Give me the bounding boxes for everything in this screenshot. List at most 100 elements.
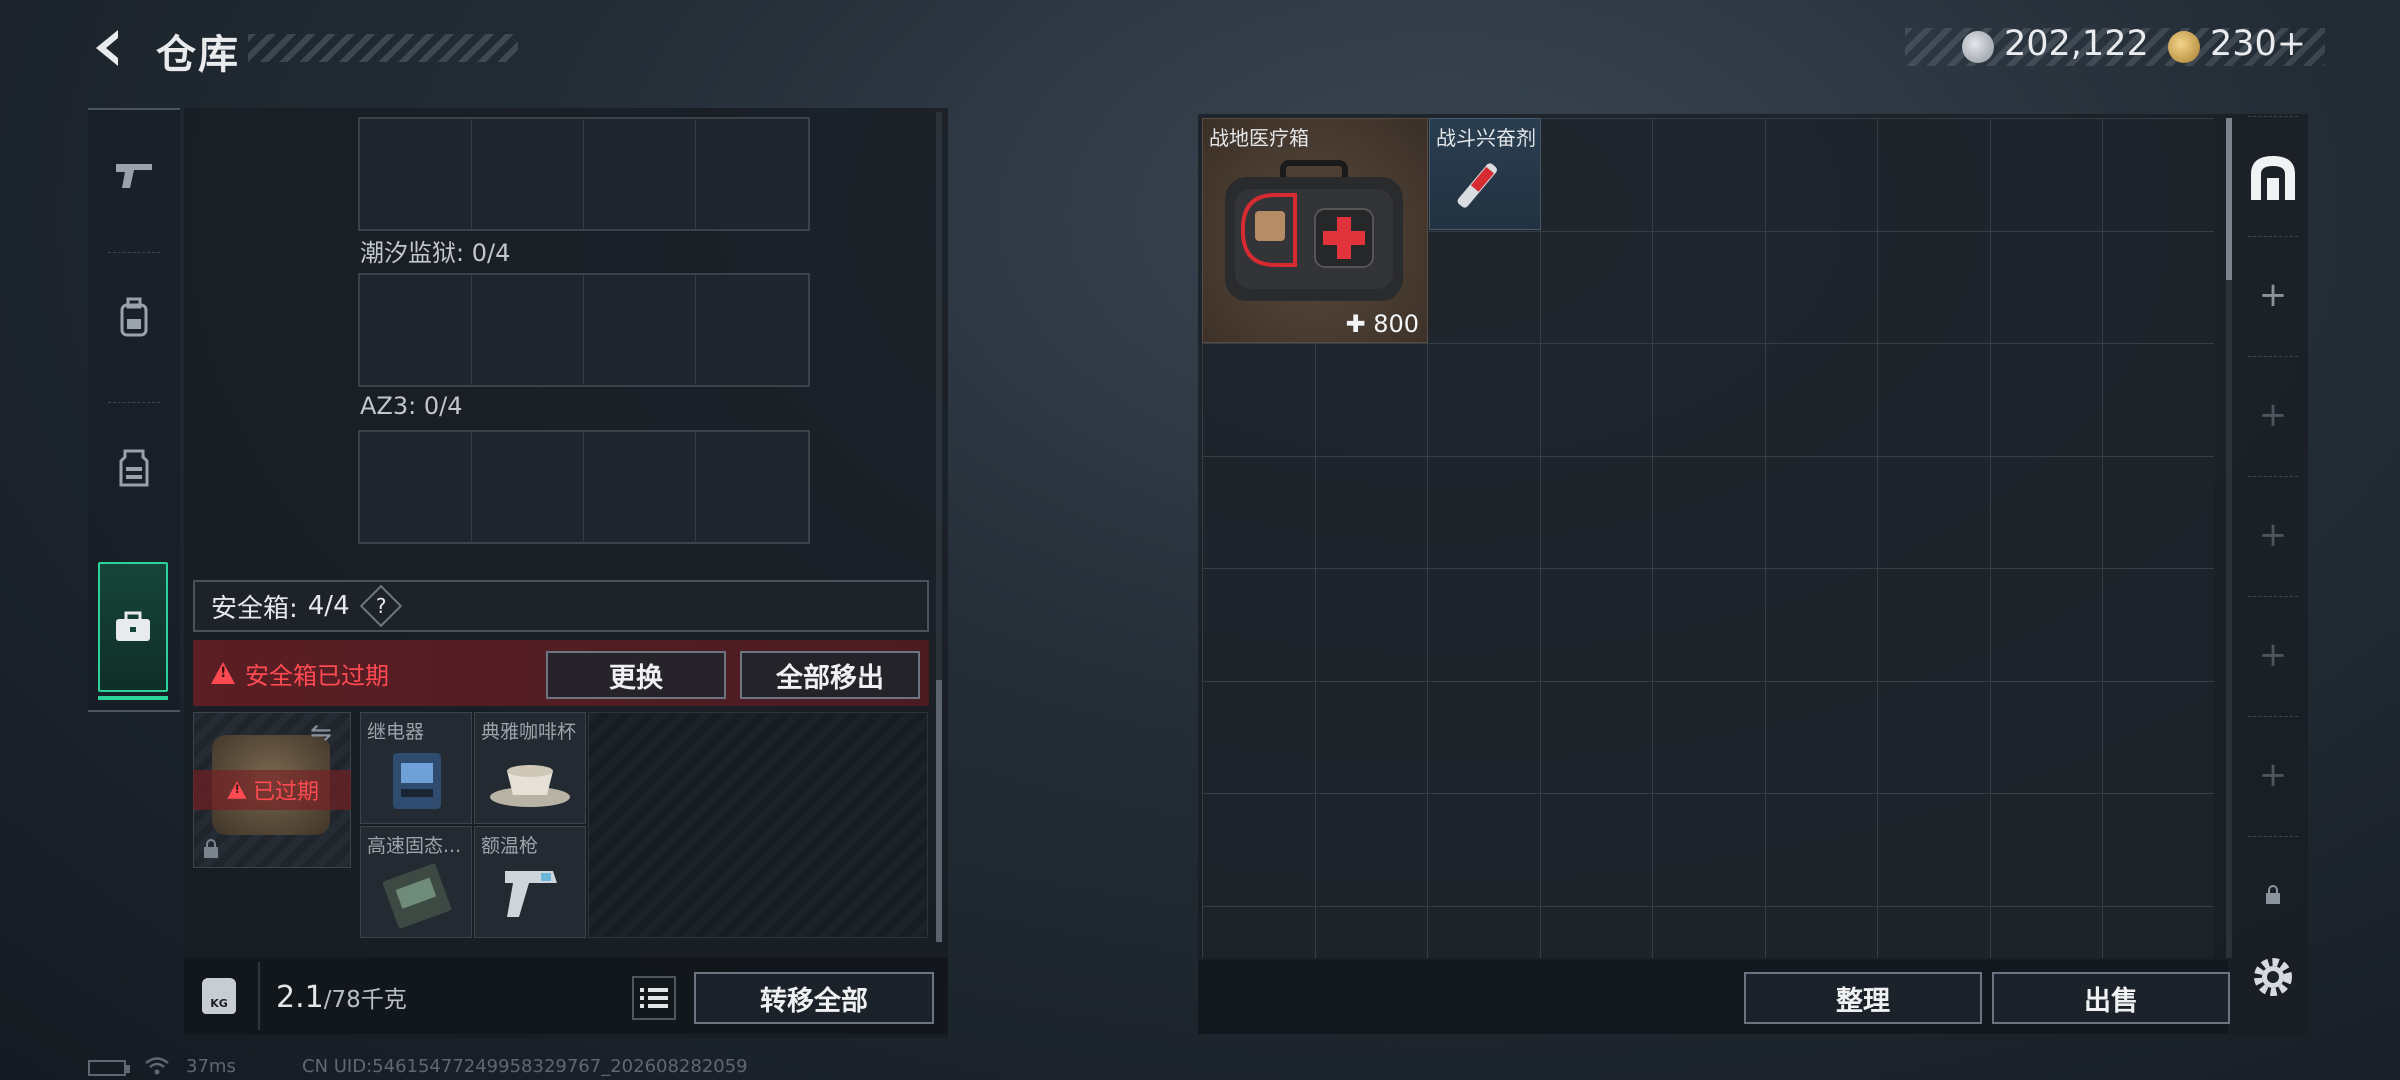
swap-arrows-icon[interactable]: ⇋	[310, 718, 332, 748]
stash-cell[interactable]	[1878, 119, 1991, 232]
stash-cell[interactable]	[1765, 681, 1878, 794]
stash-cell[interactable]	[2103, 231, 2214, 344]
stash-cell[interactable]	[1765, 794, 1878, 907]
stash-cell[interactable]	[1540, 231, 1653, 344]
stash-cell[interactable]	[1203, 456, 1316, 569]
stash-item[interactable]: 战斗兴奋剂	[1429, 118, 1541, 230]
stash-cell[interactable]	[1653, 681, 1766, 794]
stash-scrollbar-thumb[interactable]	[2226, 118, 2232, 280]
stash-cell[interactable]	[1765, 456, 1878, 569]
stash-cell[interactable]	[1765, 231, 1878, 344]
stash-cell[interactable]	[1878, 569, 1991, 682]
add-page-button[interactable]: +	[2238, 236, 2308, 354]
safe-box-item[interactable]: 典雅咖啡杯	[474, 712, 586, 824]
safe-box-item[interactable]: 额温枪	[474, 826, 586, 938]
stash-page-main[interactable]	[2238, 118, 2308, 236]
safe-box-item[interactable]: 高速固态...	[360, 826, 472, 938]
gold-currency-value[interactable]: 230+	[2210, 24, 2306, 64]
sell-button[interactable]: 出售	[1992, 972, 2230, 1024]
stash-cell[interactable]	[1990, 681, 2103, 794]
swap-button[interactable]: 更换	[546, 651, 726, 699]
transfer-all-button[interactable]: 转移全部	[694, 972, 934, 1024]
stash-cell[interactable]	[2103, 681, 2214, 794]
add-page-button[interactable]: +	[2238, 596, 2308, 714]
stash-item[interactable]: 战地医疗箱 ✚ 800	[1202, 118, 1428, 343]
stash-cell[interactable]	[1653, 906, 1766, 958]
stash-cell[interactable]	[1428, 794, 1541, 907]
help-icon[interactable]: ?	[359, 584, 402, 628]
stash-cell[interactable]	[1990, 119, 2103, 232]
stash-cell[interactable]	[1990, 344, 2103, 457]
stash-cell[interactable]	[1540, 456, 1653, 569]
stash-cell[interactable]	[1990, 456, 2103, 569]
stash-cell[interactable]	[1428, 681, 1541, 794]
container-grid[interactable]	[358, 117, 810, 231]
back-button[interactable]	[88, 26, 132, 70]
list-view-button[interactable]	[632, 976, 676, 1020]
stash-cell[interactable]	[1765, 344, 1878, 457]
stash-cell[interactable]	[1315, 456, 1428, 569]
stash-cell[interactable]	[1653, 344, 1766, 457]
stash-cell[interactable]	[1765, 906, 1878, 958]
stash-cell[interactable]	[1203, 569, 1316, 682]
stash-cell[interactable]	[1990, 794, 2103, 907]
stash-cell[interactable]	[1878, 906, 1991, 958]
stash-cell[interactable]	[1653, 119, 1766, 232]
stash-cell[interactable]	[1653, 456, 1766, 569]
move-all-out-button[interactable]: 全部移出	[740, 651, 920, 699]
stash-cell[interactable]	[2103, 344, 2214, 457]
stash-cell[interactable]	[1540, 681, 1653, 794]
sort-button[interactable]: 整理	[1744, 972, 1982, 1024]
loadout-scrollbar-thumb[interactable]	[936, 680, 942, 942]
stash-cell[interactable]	[2103, 794, 2214, 907]
stash-cell[interactable]	[1765, 569, 1878, 682]
stash-cell[interactable]	[1428, 344, 1541, 457]
stash-cell[interactable]	[1203, 344, 1316, 457]
stash-cell[interactable]	[1540, 569, 1653, 682]
add-page-button[interactable]: +	[2238, 476, 2308, 594]
stash-cell[interactable]	[1203, 681, 1316, 794]
stash-cell[interactable]	[2103, 119, 2214, 232]
container-grid[interactable]	[358, 273, 810, 387]
stash-cell[interactable]	[1540, 119, 1653, 232]
container-grid[interactable]	[358, 430, 810, 544]
stash-cell[interactable]	[1765, 119, 1878, 232]
stash-cell[interactable]	[1540, 344, 1653, 457]
stash-cell[interactable]	[1428, 906, 1541, 958]
stash-cell[interactable]	[2103, 569, 2214, 682]
stash-cell[interactable]	[1315, 681, 1428, 794]
stash-cell[interactable]	[1203, 906, 1316, 958]
stash-cell[interactable]	[1653, 569, 1766, 682]
stash-cell[interactable]	[1878, 344, 1991, 457]
tab-vest[interactable]	[88, 402, 180, 532]
stash-cell[interactable]	[1428, 456, 1541, 569]
settings-button[interactable]	[2248, 952, 2298, 1002]
stash-cell[interactable]	[1428, 569, 1541, 682]
stash-cell[interactable]	[1428, 231, 1541, 344]
stash-cell[interactable]	[1315, 906, 1428, 958]
stash-cell[interactable]	[1990, 231, 2103, 344]
stash-cell[interactable]	[1315, 344, 1428, 457]
stash-cell[interactable]	[1878, 231, 1991, 344]
tab-weapons[interactable]	[88, 110, 180, 240]
stash-cell[interactable]	[1203, 794, 1316, 907]
safe-box-item[interactable]: 继电器	[360, 712, 472, 824]
tab-backpack[interactable]	[88, 252, 180, 382]
add-page-button[interactable]: +	[2238, 356, 2308, 474]
stash-cell[interactable]	[2103, 456, 2214, 569]
stash-cell[interactable]	[1653, 231, 1766, 344]
tab-safe-box[interactable]	[98, 562, 168, 700]
stash-cell[interactable]	[1315, 569, 1428, 682]
stash-cell[interactable]	[1878, 681, 1991, 794]
stash-cell[interactable]	[1540, 794, 1653, 907]
stash-cell[interactable]	[1315, 794, 1428, 907]
add-page-button[interactable]: +	[2238, 716, 2308, 834]
locked-page[interactable]	[2238, 836, 2308, 954]
stash-cell[interactable]	[2103, 906, 2214, 958]
stash-cell[interactable]	[1540, 906, 1653, 958]
stash-cell[interactable]	[1990, 906, 2103, 958]
stash-cell[interactable]	[1990, 569, 2103, 682]
stash-cell[interactable]	[1878, 794, 1991, 907]
stash-cell[interactable]	[1653, 794, 1766, 907]
stash-cell[interactable]	[1878, 456, 1991, 569]
